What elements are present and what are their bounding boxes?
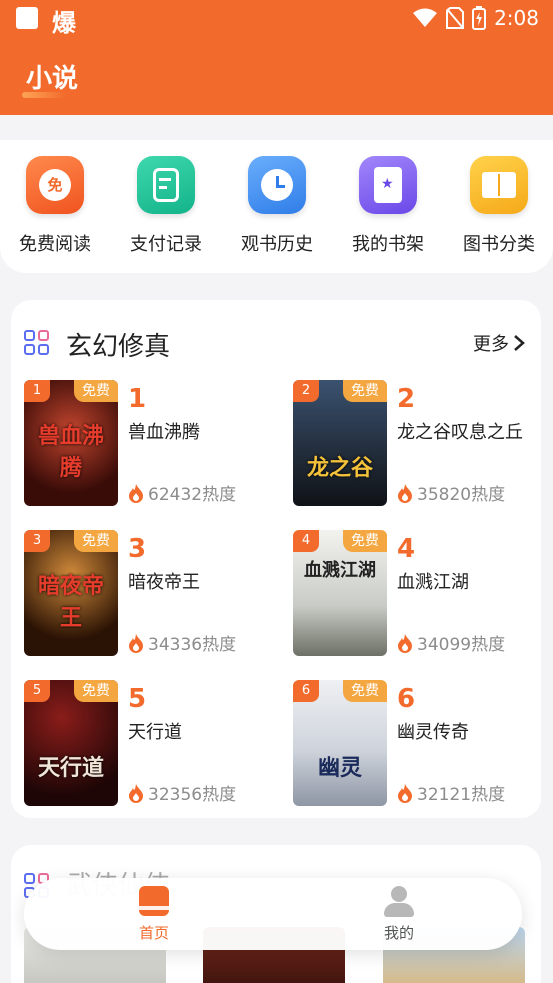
flame-icon (398, 633, 412, 653)
rank-number: 4 (397, 534, 416, 564)
rank-number: 2 (397, 384, 416, 414)
page-title: 小说 (26, 64, 79, 94)
heat-text: 34336热度 (148, 635, 237, 655)
tab-label: 首页 (138, 924, 169, 942)
section-card-xuanhuan: 玄幻修真 更多 兽血沸腾 1 免费 1 兽血沸腾 62432热度 龙之谷 2 免… (11, 300, 541, 818)
category-grid-icon (24, 330, 50, 356)
chevron-right-icon (514, 335, 525, 351)
book-item[interactable]: 天行道 5 免费 5 天行道 32356热度 (24, 680, 274, 806)
book-title: 暗夜帝王 (128, 572, 200, 593)
flame-icon (398, 483, 412, 503)
book-title: 兽血沸腾 (128, 422, 200, 443)
quick-action-history[interactable]: 观书历史 (222, 156, 332, 256)
tab-profile[interactable]: 我的 (339, 884, 459, 943)
quick-action-free-read[interactable]: 免 免费阅读 (0, 156, 110, 256)
app-header: 爆 2:08 小说 (0, 0, 553, 115)
profile-icon (382, 884, 416, 918)
heat-text: 62432热度 (148, 485, 237, 505)
app-notification-glyph: 爆 (52, 9, 76, 37)
free-badge: 免费 (343, 530, 387, 552)
flame-icon (129, 633, 143, 653)
no-sim-icon (446, 7, 465, 29)
more-label: 更多 (473, 334, 509, 355)
free-badge: 免费 (74, 380, 118, 402)
rank-number: 5 (128, 684, 147, 714)
quick-action-category[interactable]: 图书分类 (444, 156, 553, 256)
free-read-icon: 免 (26, 156, 84, 214)
cover-title: 幽灵 (317, 755, 362, 781)
quick-actions-panel: 免 免费阅读 支付记录 观书历史 ★ 我的书架 图书分类 (0, 140, 553, 273)
rank-badge: 2 (293, 380, 319, 402)
book-title: 天行道 (128, 722, 182, 743)
cover-title: 兽血沸腾 (37, 423, 104, 481)
book-cover: 暗夜帝王 3 免费 (24, 530, 118, 656)
rank-number: 1 (128, 384, 147, 414)
book-cover: 天行道 5 免费 (24, 680, 118, 806)
quick-action-label: 图书分类 (463, 234, 535, 255)
heat-count: 32356热度 (128, 780, 236, 805)
cover-title: 暗夜帝王 (37, 573, 104, 631)
title-underline (22, 92, 66, 98)
flame-icon (398, 783, 412, 803)
notification-square-icon (16, 7, 38, 29)
book-cover: 幽灵 6 免费 (293, 680, 387, 806)
heat-text: 35820热度 (417, 485, 506, 505)
heat-count: 34336热度 (128, 630, 236, 655)
book-cover: 兽血沸腾 1 免费 (24, 380, 118, 506)
status-time: 2:08 (494, 6, 539, 30)
quick-action-label: 我的书架 (352, 234, 424, 255)
quick-action-label: 免费阅读 (19, 234, 91, 255)
status-bar: 爆 2:08 (0, 0, 553, 38)
book-cover: 血溅江湖 4 免费 (293, 530, 387, 656)
book-item[interactable]: 龙之谷 2 免费 2 龙之谷叹息之丘 35820热度 (293, 380, 543, 506)
rank-number: 3 (128, 534, 147, 564)
quick-action-label: 支付记录 (130, 234, 202, 255)
cover-title: 血溅江湖 (304, 560, 376, 581)
cover-title: 龙之谷 (306, 455, 373, 481)
rank-badge: 1 (24, 380, 50, 402)
rank-badge: 3 (24, 530, 50, 552)
payment-record-icon (137, 156, 195, 214)
heat-text: 32121热度 (417, 785, 506, 805)
book-title: 幽灵传奇 (397, 722, 469, 743)
wifi-icon (412, 8, 438, 28)
heat-count: 35820热度 (397, 480, 505, 505)
book-item[interactable]: 血溅江湖 4 免费 4 血溅江湖 34099热度 (293, 530, 543, 656)
rank-badge: 6 (293, 680, 319, 702)
free-badge: 免费 (343, 380, 387, 402)
book-item[interactable]: 兽血沸腾 1 免费 1 兽血沸腾 62432热度 (24, 380, 274, 506)
rank-badge: 4 (293, 530, 319, 552)
battery-charging-icon (472, 6, 487, 30)
rank-badge: 5 (24, 680, 50, 702)
free-badge: 免费 (74, 680, 118, 702)
more-link[interactable]: 更多 (473, 330, 525, 356)
home-book-icon (137, 884, 171, 918)
cover-title: 天行道 (37, 755, 104, 781)
section-title: 玄幻修真 (66, 332, 171, 362)
free-badge: 免费 (74, 530, 118, 552)
heat-text: 32356热度 (148, 785, 237, 805)
history-clock-icon (248, 156, 306, 214)
tab-label: 我的 (383, 924, 414, 942)
free-badge: 免费 (343, 680, 387, 702)
heat-text: 34099热度 (417, 635, 506, 655)
flame-icon (129, 783, 143, 803)
heat-count: 32121热度 (397, 780, 505, 805)
book-title: 龙之谷叹息之丘 (397, 422, 523, 443)
book-category-icon (470, 156, 528, 214)
heat-count: 34099热度 (397, 630, 505, 655)
bottom-tab-bar: 首页 我的 (24, 878, 522, 950)
flame-icon (129, 483, 143, 503)
book-cover: 龙之谷 2 免费 (293, 380, 387, 506)
quick-action-bookshelf[interactable]: ★ 我的书架 (333, 156, 443, 256)
quick-action-label: 观书历史 (241, 234, 313, 255)
book-item[interactable]: 幽灵 6 免费 6 幽灵传奇 32121热度 (293, 680, 543, 806)
quick-action-payment-record[interactable]: 支付记录 (111, 156, 221, 256)
rank-number: 6 (397, 684, 416, 714)
book-item[interactable]: 暗夜帝王 3 免费 3 暗夜帝王 34336热度 (24, 530, 274, 656)
heat-count: 62432热度 (128, 480, 236, 505)
tab-home[interactable]: 首页 (94, 884, 214, 943)
bookshelf-icon: ★ (359, 156, 417, 214)
book-title: 血溅江湖 (397, 572, 469, 593)
